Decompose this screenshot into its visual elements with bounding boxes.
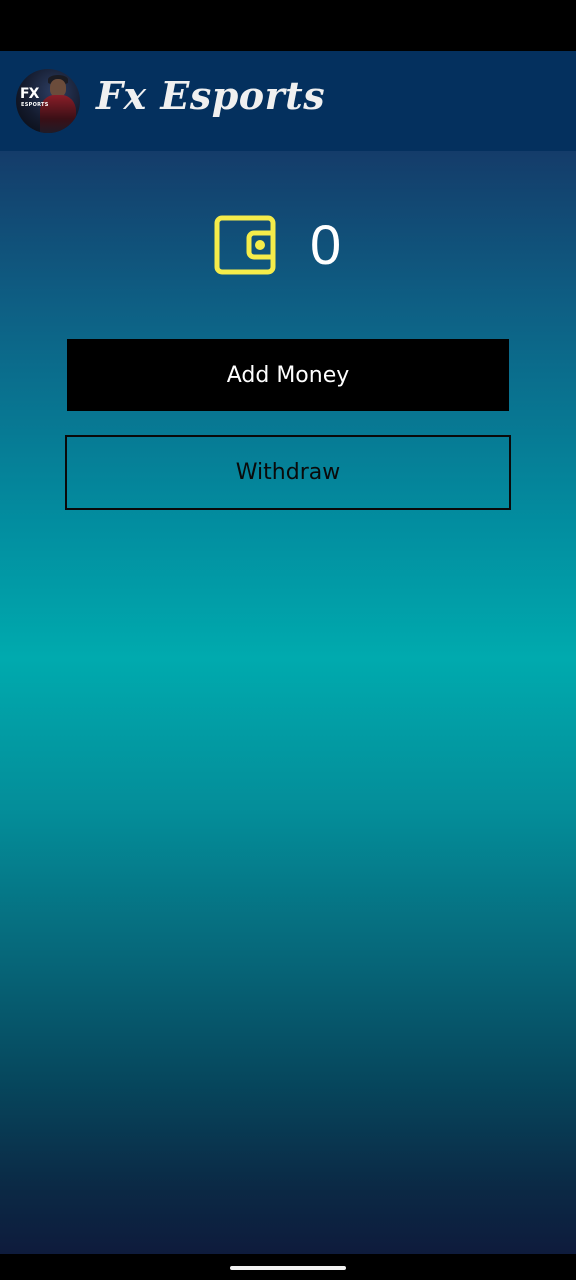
logo-mark: FX <box>20 86 39 102</box>
avatar-figure-body <box>40 95 76 133</box>
logo-subtext: ESPORTS <box>21 102 49 108</box>
app-logo-avatar[interactable]: FX ESPORTS <box>16 69 80 133</box>
wallet-icon <box>214 215 276 275</box>
wallet-balance: 0 <box>310 213 342 276</box>
add-money-button[interactable]: Add Money <box>67 339 509 411</box>
wallet-screen: 0 Add Money Withdraw <box>0 151 576 1254</box>
wallet-balance-row: 0 <box>0 213 576 277</box>
withdraw-button[interactable]: Withdraw <box>65 435 511 510</box>
home-indicator[interactable] <box>230 1266 346 1270</box>
status-bar <box>0 0 576 51</box>
app-title: Fx Esports <box>96 73 326 118</box>
app-header: FX ESPORTS Fx Esports <box>0 51 576 151</box>
system-navigation-bar <box>0 1254 576 1280</box>
